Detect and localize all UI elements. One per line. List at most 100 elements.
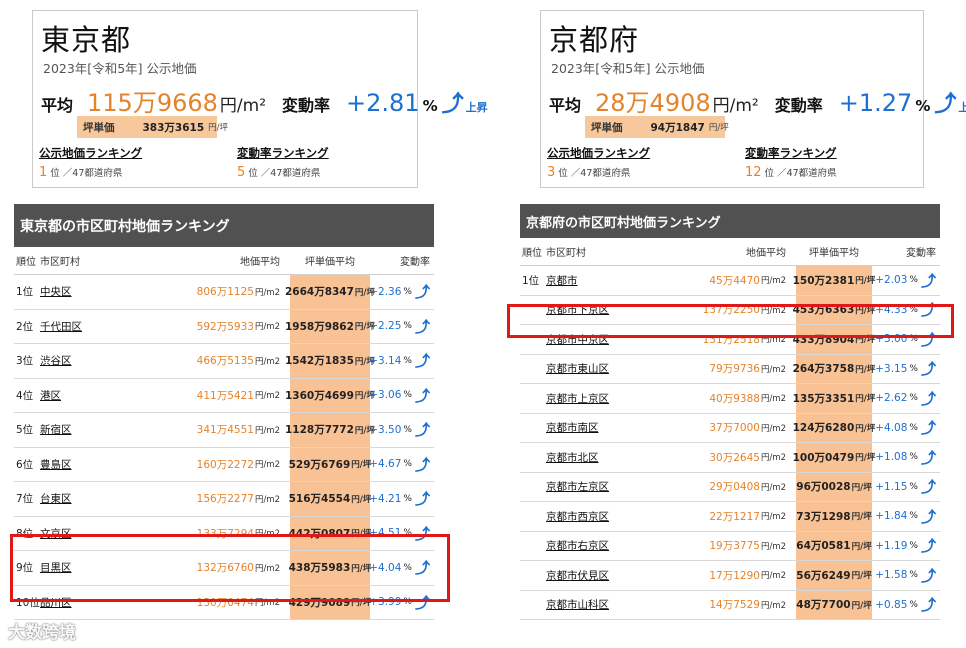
row-name: 京都市伏見区 — [546, 561, 609, 590]
row-price: 156万2277 円/m2 — [196, 493, 280, 506]
up-arrow-icon: ⤴ — [920, 596, 936, 615]
row-rank: 1位 — [16, 286, 34, 299]
up-arrow-icon: ⤴ — [920, 271, 936, 290]
tsubo-value: 383万3615 — [142, 121, 205, 134]
municipality-link[interactable]: 京都市北区 — [546, 450, 599, 465]
average-label: 平均 — [41, 96, 74, 115]
average-unit: 円/m² — [712, 96, 759, 116]
table-row: 京都市東山区 79万9736 円/m2 264万3758 円/坪 +3.15% ⤴ — [520, 354, 940, 384]
table-row: 京都市左京区 29万0408 円/m2 96万0028 円/坪 +1.15% ⤴ — [520, 472, 940, 502]
row-name: 京都市 — [546, 266, 578, 295]
municipality-link[interactable]: 京都市上京区 — [546, 391, 609, 406]
row-price: 160万2272 円/m2 — [196, 458, 280, 471]
row-price: 45万4470 円/m2 — [709, 274, 786, 287]
table-row: 3位 渋谷区 466万5135 円/m2 1542万1835 円/坪 +3.14% ⤴ — [14, 344, 434, 379]
table-row: 7位 台東区 156万2277 円/m2 516万4554 円/坪 +4.21% ⤴ — [14, 482, 434, 517]
row-change: +1.08% ⤴ — [875, 448, 936, 467]
row-tsubo: 1128万7772 円/坪 — [285, 413, 375, 447]
kyoto-summary-card: 京都府 2023年[令和5年] 公示地価 平均 28万4908 円/m² 変動率… — [540, 10, 966, 188]
price-ranking-value: 3位 ／47都道府県 — [547, 165, 631, 180]
header-price: 地価平均 — [240, 257, 280, 268]
row-tsubo: 1360万4699 円/坪 — [285, 378, 375, 412]
row-name: 京都市左京区 — [546, 473, 609, 502]
municipality-link[interactable]: 京都市 — [546, 273, 578, 288]
table-row: 5位 新宿区 341万4551 円/m2 1128万7772 円/坪 +3.50% ⤴ — [14, 413, 434, 448]
municipality-link[interactable]: 豊島区 — [40, 457, 72, 472]
tsubo-value: 94万1847 — [650, 121, 705, 134]
row-change: +4.21% ⤴ — [369, 490, 430, 509]
rate-ranking: 変動率ランキング 12 位 ／47都道府県 — [745, 145, 837, 180]
row-tsubo: 264万3758 円/坪 — [793, 354, 875, 383]
table-row: 京都市右京区 19万3775 円/m2 64万0581 円/坪 +1.19% ⤴ — [520, 531, 940, 561]
rate-ranking-link[interactable]: 変動率ランキング — [237, 145, 329, 161]
tsubo-unit: 円/坪 — [208, 123, 229, 133]
up-arrow-icon: ⤴ — [920, 448, 936, 467]
table-header: 順位 市区町村 地価平均 坪単価平均 変動率 — [520, 238, 940, 266]
up-arrow-icon: ⤴ — [414, 421, 430, 440]
row-change: +2.03% ⤴ — [875, 271, 936, 290]
table-row: 京都市上京区 40万9388 円/m2 135万3351 円/坪 +2.62% ⤴ — [520, 384, 940, 414]
header-tsubo: 坪単価平均 — [305, 257, 355, 268]
prefecture-title: 東京都 — [41, 23, 132, 57]
row-name: 千代田区 — [40, 310, 82, 344]
municipality-link[interactable]: 京都市右京区 — [546, 538, 609, 553]
row-price: 40万9388 円/m2 — [709, 392, 786, 405]
row-price: 79万9736 円/m2 — [709, 363, 786, 376]
price-ranking: 公示地価ランキング 3位 ／47都道府県 — [547, 145, 650, 180]
municipality-link[interactable]: 新宿区 — [40, 422, 72, 437]
rate-direction: 上昇 — [465, 101, 488, 114]
table-row: 京都市西京区 22万1217 円/m2 73万1298 円/坪 +1.84% ⤴ — [520, 502, 940, 532]
subtitle: 2023年[令和5年] 公示地価 — [43, 61, 197, 76]
row-tsubo: 100万0479 円/坪 — [793, 443, 875, 472]
row-name: 京都市西京区 — [546, 502, 609, 531]
prefecture-title: 京都府 — [549, 23, 640, 57]
row-change: +3.15% ⤴ — [875, 360, 936, 379]
average-value: 115万9668 — [87, 89, 218, 117]
header-rank: 順位 — [16, 257, 36, 268]
row-change: +2.25% ⤴ — [369, 317, 430, 336]
average-row: 平均 28万4908 円/m² 変動率 +1.27 % ⤴ 上昇 — [549, 83, 966, 117]
header-rank: 順位 — [522, 248, 542, 259]
row-change: +3.14% ⤴ — [369, 352, 430, 371]
row-name: 中央区 — [40, 275, 72, 309]
row-tsubo: 1958万9862 円/坪 — [285, 309, 375, 343]
up-arrow-icon: ⤴ — [920, 507, 936, 526]
price-ranking-link[interactable]: 公示地価ランキング — [547, 145, 650, 161]
municipality-link[interactable]: 千代田区 — [40, 319, 82, 334]
row-price: 29万0408 円/m2 — [709, 481, 786, 494]
row-change: +4.08% ⤴ — [875, 419, 936, 438]
subtitle: 2023年[令和5年] 公示地価 — [551, 61, 705, 76]
municipality-link[interactable]: 京都市南区 — [546, 420, 599, 435]
municipality-link[interactable]: 港区 — [40, 388, 61, 403]
municipality-link[interactable]: 京都市山科区 — [546, 597, 609, 612]
row-name: 港区 — [40, 379, 61, 413]
table-row: 京都市南区 37万7000 円/m2 124万6280 円/坪 +4.08% ⤴ — [520, 413, 940, 443]
row-tsubo: 150万2381 円/坪 — [793, 266, 875, 295]
municipality-link[interactable]: 京都市伏見区 — [546, 568, 609, 583]
row-tsubo: 56万6249 円/坪 — [796, 561, 872, 590]
row-tsubo: 516万4554 円/坪 — [289, 482, 371, 516]
header-tsubo: 坪単価平均 — [809, 248, 859, 259]
row-name: 京都市北区 — [546, 443, 599, 472]
price-ranking-link[interactable]: 公示地価ランキング — [39, 145, 142, 161]
row-name: 京都市右京区 — [546, 532, 609, 561]
row-change: +2.62% ⤴ — [875, 389, 936, 408]
row-rank: 7位 — [16, 493, 34, 506]
row-name: 京都市上京区 — [546, 384, 609, 413]
rate-value: +1.27 — [838, 89, 913, 117]
row-rank: 2位 — [16, 320, 34, 333]
municipality-link[interactable]: 渋谷区 — [40, 353, 72, 368]
municipality-link[interactable]: 京都市左京区 — [546, 479, 609, 494]
municipality-link[interactable]: 中央区 — [40, 284, 72, 299]
rate-value: +2.81 — [346, 89, 420, 117]
up-arrow-icon: ⤴ — [934, 92, 957, 117]
header-change: 変動率 — [400, 257, 430, 268]
table-title: 京都府の市区町村地価ランキング — [520, 204, 940, 238]
header-change: 変動率 — [906, 248, 936, 259]
row-rank: 3位 — [16, 355, 34, 368]
table-row: 2位 千代田区 592万5933 円/m2 1958万9862 円/坪 +2.25% ⤴ — [14, 309, 434, 344]
municipality-link[interactable]: 京都市東山区 — [546, 361, 609, 376]
municipality-link[interactable]: 京都市西京区 — [546, 509, 609, 524]
rate-ranking-link[interactable]: 変動率ランキング — [745, 145, 837, 161]
municipality-link[interactable]: 台東区 — [40, 491, 72, 506]
